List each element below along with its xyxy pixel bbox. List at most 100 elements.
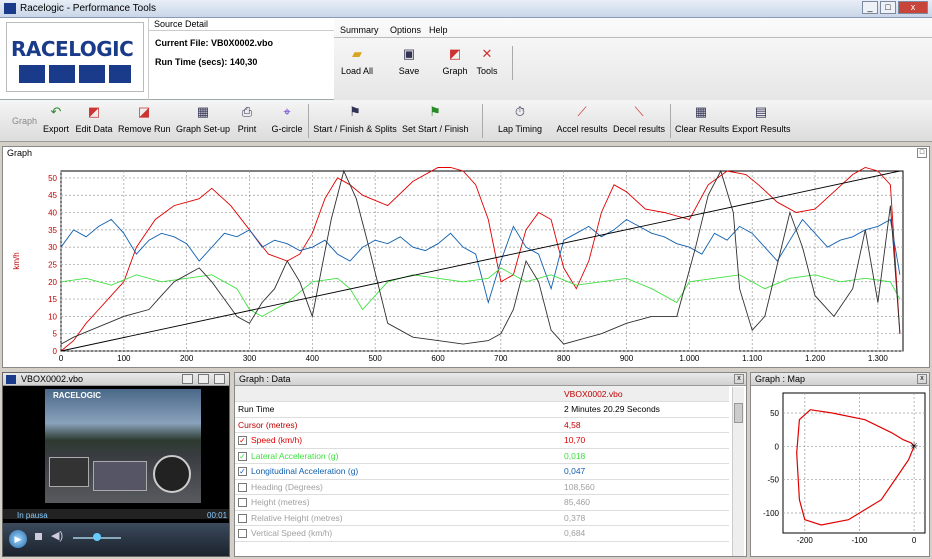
video-inset-camera: [49, 457, 89, 487]
volume-icon[interactable]: ◀): [51, 529, 63, 542]
y-tick-label: 0: [53, 347, 58, 356]
map-panel-close-icon[interactable]: x: [917, 374, 927, 384]
lap-timing-button[interactable]: ⏱ Lap Timing: [496, 102, 544, 140]
video-minimize-button[interactable]: [182, 374, 193, 384]
video-frame[interactable]: RACELOGIC: [45, 389, 201, 503]
tab-help[interactable]: Help: [429, 25, 448, 35]
y-tick-label: -100: [763, 509, 780, 518]
data-scrollbar-thumb[interactable]: [734, 403, 743, 423]
graph-panel-close-icon[interactable]: □: [917, 148, 927, 158]
row-label: Heading (Degrees): [251, 481, 323, 492]
row-value: 0,018: [561, 448, 729, 464]
graph-panel-title: Graph: [7, 148, 33, 158]
y-tick-label: 35: [48, 226, 57, 235]
printer-icon: ⎙: [241, 104, 253, 119]
decel-results-button[interactable]: ⟍ Decel results: [613, 102, 665, 140]
export-results-button[interactable]: ▤ Export Results: [732, 102, 791, 140]
y-tick-label: -50: [767, 476, 779, 485]
graph-toolbar: Graph ↶ Export ◩ Edit Data ◪ Remove Run ▦ Gr…: [0, 100, 932, 142]
speed-chart[interactable]: 0 100 200 300 400 500 600 700 800 900 1.000 1.100 1.…: [3, 161, 929, 367]
table-row[interactable]: Height (metres) 85,460: [235, 494, 729, 511]
load-all-button[interactable]: ▰ Load All: [340, 44, 374, 82]
row-checkbox[interactable]: ✓: [238, 451, 247, 461]
video-app-icon: [6, 375, 16, 384]
y-tick-label: 10: [48, 312, 57, 321]
graph-button[interactable]: ◩ Graph: [440, 44, 470, 82]
set-start-finish-button[interactable]: ⚑ Set Start / Finish: [402, 102, 469, 140]
decel-icon: ⟍: [634, 104, 644, 119]
remove-run-button[interactable]: ◪ Remove Run: [118, 102, 171, 140]
table-row[interactable]: Relative Height (metres) 0,378: [235, 510, 729, 526]
row-label: Cursor (metres): [238, 419, 298, 430]
data-panel-header: Graph : Data x: [235, 373, 746, 386]
graph-setup-button[interactable]: ▦ Graph Set-up: [175, 102, 231, 140]
row-checkbox[interactable]: ✓: [238, 436, 247, 446]
start-finish-splits-button[interactable]: ⚑ Start / Finish & Splits: [312, 102, 398, 140]
row-label-cell: ✓ Longitudinal Acceleration (g): [235, 463, 561, 480]
data-scrollbar[interactable]: [732, 387, 744, 556]
tab-options[interactable]: Options: [390, 25, 421, 35]
volume-slider-thumb[interactable]: [93, 533, 101, 541]
minimize-button[interactable]: _: [862, 1, 878, 14]
video-controls: ▶ ◀): [3, 523, 229, 556]
graph-icon: ◩: [448, 46, 462, 61]
data-panel-close-icon[interactable]: x: [734, 374, 744, 384]
table-row[interactable]: Vertical Speed (km/h) 0,684: [235, 525, 729, 542]
tab-summary[interactable]: Summary: [340, 25, 379, 35]
track-map-chart[interactable]: -200 -100 0 50 0 -50 -100 ✳: [751, 387, 929, 555]
edit-data-button[interactable]: ◩ Edit Data: [75, 102, 113, 140]
x-tick-label: 700: [494, 354, 508, 363]
data-file-label: VBOX0002.vbo: [561, 386, 729, 402]
row-value: 0,047: [561, 463, 729, 480]
row-checkbox[interactable]: [238, 498, 247, 508]
video-restore-button[interactable]: [198, 374, 209, 384]
row-label: Relative Height (metres): [251, 512, 343, 523]
folder-icon: ▰: [352, 46, 362, 61]
table-row[interactable]: ✓ Lateral Acceleration (g) 0,018: [235, 448, 729, 464]
graph-panel: Graph □ 0 100 200 300 400 500 600 700 800 900 1.00…: [2, 146, 930, 368]
row-label-cell: Heading (Degrees): [235, 479, 561, 495]
row-checkbox[interactable]: [238, 513, 247, 523]
row-label: Vertical Speed (km/h): [251, 528, 333, 539]
row-checkbox[interactable]: [238, 529, 247, 539]
table-row[interactable]: ✓ Speed (km/h) 10,70: [235, 432, 729, 449]
clear-results-button[interactable]: ▦ Clear Results: [675, 102, 729, 140]
x-tick-label: 1.300: [868, 354, 889, 363]
x-tick-label: 0: [59, 354, 64, 363]
row-checkbox[interactable]: [238, 482, 247, 492]
source-detail: Source Detail Current File: VB0X0002.vbo…: [148, 18, 334, 100]
toolbar-separator: [308, 104, 309, 138]
toolbar-group-label: Graph: [12, 116, 38, 126]
x-tick-label: -200: [797, 536, 814, 545]
plot-area: [782, 392, 926, 534]
play-icon[interactable]: ▶: [9, 530, 27, 548]
row-label: Height (metres): [251, 497, 310, 508]
table-row[interactable]: ✓ Longitudinal Acceleration (g) 0,047: [235, 463, 729, 480]
table-row[interactable]: Heading (Degrees) 108,560: [235, 479, 729, 495]
map-panel: Graph : Map x -200 -100 0 50 0 -50 -100 ✳: [750, 372, 930, 557]
window-title: Racelogic - Performance Tools: [20, 3, 156, 14]
row-label: Longitudinal Acceleration (g): [251, 466, 359, 477]
video-title: VBOX0002.vbo: [21, 374, 84, 384]
table-row[interactable]: Cursor (metres) 4,58: [235, 417, 729, 433]
tools-button[interactable]: ✕ Tools: [472, 44, 502, 82]
video-logo-overlay: RACELOGIC: [53, 391, 101, 400]
print-button[interactable]: ⎙ Print: [234, 102, 260, 140]
g-circle-button[interactable]: ⌖ G-circle: [270, 102, 304, 140]
map-panel-title: Graph : Map: [755, 374, 806, 384]
y-tick-label: 40: [48, 209, 57, 218]
save-button[interactable]: ▣ Save: [394, 44, 424, 82]
y-tick-label: 50: [48, 174, 57, 183]
stop-icon[interactable]: [35, 533, 42, 540]
table-row[interactable]: Run Time 2 Minutes 20.29 Seconds: [235, 401, 729, 418]
row-value: 108,560: [561, 479, 729, 495]
maximize-button[interactable]: □: [880, 1, 896, 14]
accel-results-button[interactable]: ⟋ Accel results: [556, 102, 608, 140]
map-panel-header: Graph : Map x: [751, 373, 929, 386]
data-table: VBOX0002.vbo Run Time 2 Minutes 20.29 Sec…: [235, 386, 729, 542]
video-close-button[interactable]: [214, 374, 225, 384]
x-tick-label: 500: [368, 354, 382, 363]
export-button[interactable]: ↶ Export: [40, 102, 72, 140]
row-checkbox[interactable]: ✓: [238, 467, 247, 477]
close-button[interactable]: x: [898, 1, 928, 14]
